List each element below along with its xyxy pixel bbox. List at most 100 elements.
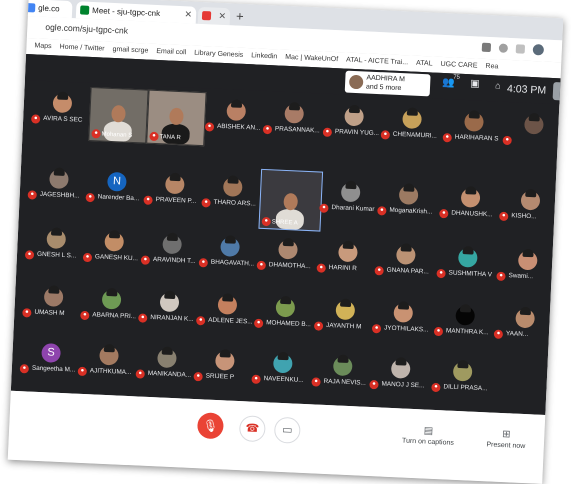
participant-name: JAGESHBH... (39, 190, 80, 200)
bookmark-item[interactable]: Maps (34, 38, 52, 55)
participant-tile[interactable]: ● ABISHEK AN... (204, 100, 264, 135)
mic-off-icon: ● (196, 316, 206, 326)
tab-favicon-icon (26, 3, 36, 13)
participant-tile[interactable]: ● HARINI R (316, 241, 375, 276)
bookmark-item[interactable]: Rea (485, 59, 499, 76)
participant-tile[interactable]: ● KISHO... (499, 190, 558, 225)
extension-icon[interactable] (498, 43, 509, 53)
extension-icon[interactable] (481, 42, 492, 53)
self-view-thumbnail[interactable] (552, 81, 564, 101)
mic-off-icon: ● (261, 216, 271, 227)
participant-tile[interactable]: ● MANTHRA K... (433, 305, 493, 340)
participant-tile[interactable]: ● GNANA PAR... (374, 244, 433, 279)
participant-name: Sangeetha M... (31, 364, 76, 374)
youtube-icon (201, 10, 212, 21)
mic-off-icon: ● (262, 124, 273, 135)
participant-tile[interactable]: ● JAYANTH M (313, 299, 373, 334)
activities-icon[interactable]: ⌂ (495, 80, 501, 90)
present-label: Present now (486, 441, 526, 451)
participant-name: DHANUSHK... (451, 209, 493, 219)
extension-icon[interactable] (515, 44, 526, 54)
participant-tile[interactable]: ● GNESH L S... (24, 228, 84, 263)
participant-tile[interactable]: ● HARIHARAN S (442, 111, 502, 146)
participant-video-tile[interactable]: ● SHREE A (258, 168, 324, 232)
participant-tile[interactable]: ● RAJA NEVIS... (311, 355, 370, 390)
avatar (398, 185, 419, 205)
participant-name: DILLI PRASA... (443, 383, 488, 393)
participant-tile[interactable]: ● AJITHKUMA... (77, 345, 137, 380)
bookmark-item[interactable]: gmail scrge (112, 42, 148, 60)
participant-tile[interactable]: S ● Sangeetha M... (19, 342, 79, 377)
avatar (390, 358, 411, 379)
profile-avatar-icon[interactable] (532, 44, 545, 56)
participant-tile[interactable]: ● SUSHMITHA V (436, 247, 495, 282)
bookmark-item[interactable]: ATAL (416, 56, 433, 73)
avatar (464, 112, 484, 132)
participant-video-tile[interactable]: ● Mohanan S (88, 87, 149, 144)
participant-tile[interactable]: ● ABARNA PRI... (80, 289, 139, 324)
present-now-button[interactable]: ⊞ Present now (476, 428, 537, 451)
participant-tile[interactable]: ● GANESH KU... (82, 231, 142, 266)
participant-tile[interactable]: ● AVIRA S SEC (30, 92, 90, 127)
bookmark-item[interactable]: Linkedin (251, 48, 278, 65)
bookmark-item[interactable]: UGC CARE (440, 57, 478, 75)
avatar (455, 305, 476, 326)
url-text[interactable]: ogle.com/sju-tgpc-cnk (45, 22, 128, 36)
participant-tile[interactable]: ● NIRANJAN K... (138, 291, 197, 326)
mic-off-icon: ● (439, 208, 449, 219)
avatar (162, 234, 183, 255)
mic-off-icon: ● (253, 318, 264, 329)
participant-tile[interactable]: ● DILLI PRASA... (431, 361, 490, 396)
participant-tile[interactable]: N ● Narender Ba... (85, 171, 144, 206)
participant-tile[interactable]: ● PRASANNAK... (262, 103, 322, 138)
participant-tile[interactable]: ● MOHAMED B... (253, 297, 313, 332)
mic-off-icon: ● (24, 250, 35, 260)
avatar (284, 103, 305, 124)
participant-tile[interactable]: ● ADLENE JES... (196, 294, 255, 329)
close-tab-icon[interactable]: ✕ (184, 6, 192, 23)
new-tab-button[interactable]: + (236, 9, 244, 24)
participant-name: SHREE A (271, 219, 298, 227)
people-icon[interactable]: 👥 75 (442, 74, 460, 88)
avatar (524, 114, 544, 135)
participant-video-tile[interactable]: ● TANA R (146, 89, 207, 147)
participant-tile[interactable]: ● YAAN... (493, 308, 553, 343)
mic-off-icon: ● (377, 206, 387, 216)
participant-tile[interactable]: ● DHAMOTHA... (256, 239, 316, 274)
close-tab-icon[interactable]: ✕ (218, 8, 226, 25)
bookmark-item[interactable]: Email coll (156, 44, 187, 61)
captions-button[interactable]: ▤ Turn on captions (393, 424, 464, 447)
participant-tile[interactable]: ● UMASH M (22, 286, 81, 321)
participant-tile[interactable]: ● NAVEENKU... (251, 353, 310, 388)
avatar: N (107, 171, 127, 192)
chat-icon[interactable]: ▣ (470, 78, 480, 89)
mic-off-icon: ● (316, 263, 326, 273)
participant-tile[interactable]: ● PRAVEEN P... (143, 174, 202, 209)
participant-tile[interactable]: ● PRAVIN YUG... (322, 106, 382, 141)
participant-tile[interactable]: ● JYOTHILAKS... (371, 302, 431, 337)
participant-tile[interactable]: ● SRIJEE P (193, 350, 252, 385)
participant-tile[interactable]: ● ARAVINDH T... (140, 233, 200, 268)
participant-tile[interactable]: ● MoganaKrish... (377, 184, 436, 219)
camera-toggle-button[interactable]: ▭ (273, 416, 301, 444)
participant-tile[interactable]: ● Dharani Kumar (319, 182, 378, 217)
mic-off-icon: ● (319, 203, 329, 213)
participant-tile[interactable]: ● MANOJ J SE... (369, 358, 428, 393)
participant-tile[interactable]: ● (502, 114, 561, 149)
participant-tile[interactable]: ● Swami... (496, 250, 555, 285)
participant-tile[interactable]: ● MANIKANDA... (135, 347, 194, 382)
avatar (214, 350, 235, 371)
leave-call-button[interactable]: ☎ (238, 415, 266, 443)
participant-tile[interactable]: ● JAGESHBH... (27, 168, 86, 203)
participant-tile[interactable]: ● DHANUSHK... (439, 187, 498, 222)
presenter-chip[interactable]: AADHIRA M and 5 more (344, 70, 431, 97)
avatar (344, 106, 365, 127)
tab-youtube[interactable]: ✕ (197, 6, 231, 26)
participant-tile[interactable]: ● THARO ARS... (201, 176, 260, 211)
participant-name: MoganaKrish... (389, 206, 433, 216)
participant-tile[interactable]: ● CHENAMURI... (380, 108, 440, 143)
mic-off-button[interactable]: 🎙 (196, 412, 225, 440)
avatar (101, 289, 122, 310)
avatar (515, 308, 536, 329)
participant-tile[interactable]: ● BHAGAVATH... (198, 236, 258, 271)
